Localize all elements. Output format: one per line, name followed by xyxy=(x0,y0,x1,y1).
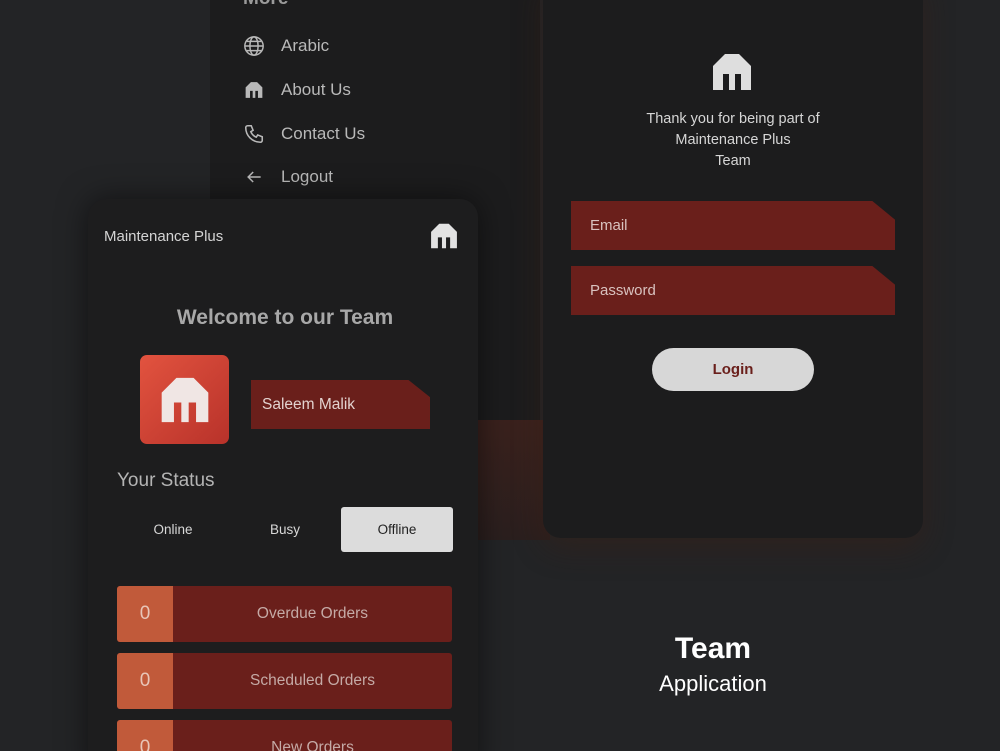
scheduled-orders-row[interactable]: 0 Scheduled Orders xyxy=(117,653,452,709)
brand-logo-icon xyxy=(242,78,266,102)
email-field[interactable]: Email xyxy=(571,201,895,250)
new-orders-row[interactable]: 0 New Orders xyxy=(117,720,452,751)
login-screen: Thank you for being part of Maintenance … xyxy=(543,0,923,538)
phone-icon xyxy=(242,122,266,146)
dashboard-screen: Maintenance Plus Welcome to our Team Sal… xyxy=(88,199,478,751)
thank-you-line: Thank you for being part of xyxy=(646,111,820,127)
status-busy-option[interactable]: Busy xyxy=(229,507,341,552)
status-online-option[interactable]: Online xyxy=(117,507,229,552)
background-glow xyxy=(470,420,550,540)
menu-item-label: Logout xyxy=(281,167,333,186)
caption-title: Team xyxy=(674,632,752,665)
menu-item-arabic[interactable]: Arabic xyxy=(242,31,329,61)
overdue-orders-row[interactable]: 0 Overdue Orders xyxy=(117,586,452,642)
status-label: Your Status xyxy=(117,470,215,491)
thank-you-message: Thank you for being part of Maintenance … xyxy=(583,109,883,172)
menu-title: More xyxy=(243,0,288,10)
login-button[interactable]: Login xyxy=(652,348,814,391)
order-label: Scheduled Orders xyxy=(250,672,375,689)
order-count: 0 xyxy=(117,586,173,642)
thank-you-line: Maintenance Plus xyxy=(675,132,791,148)
caption-subtitle: Application xyxy=(659,671,767,696)
welcome-heading: Welcome to our Team xyxy=(176,306,394,329)
brand-logo-icon xyxy=(427,221,461,256)
menu-item-label: About Us xyxy=(281,80,351,99)
menu-item-logout[interactable]: Logout xyxy=(242,162,333,192)
order-label: Overdue Orders xyxy=(256,605,369,622)
globe-icon xyxy=(242,34,266,58)
brand-logo xyxy=(706,50,758,99)
avatar xyxy=(140,355,229,444)
menu-item-contact-us[interactable]: Contact Us xyxy=(242,119,365,149)
menu-item-about-us[interactable]: About Us xyxy=(242,75,351,105)
order-label: New Orders xyxy=(271,739,354,751)
status-offline-option[interactable]: Offline xyxy=(341,507,453,552)
brand-logo-icon xyxy=(161,377,208,422)
order-count: 0 xyxy=(117,653,173,709)
menu-item-label: Contact Us xyxy=(281,124,366,143)
app-title: Maintenance Plus xyxy=(104,228,224,245)
user-name: Saleem Malik xyxy=(251,380,430,429)
password-field[interactable]: Password xyxy=(571,266,895,315)
arrow-left-icon xyxy=(242,165,266,189)
menu-item-label: Arabic xyxy=(281,36,330,55)
order-count: 0 xyxy=(117,720,173,751)
thank-you-line: Team xyxy=(715,153,751,169)
